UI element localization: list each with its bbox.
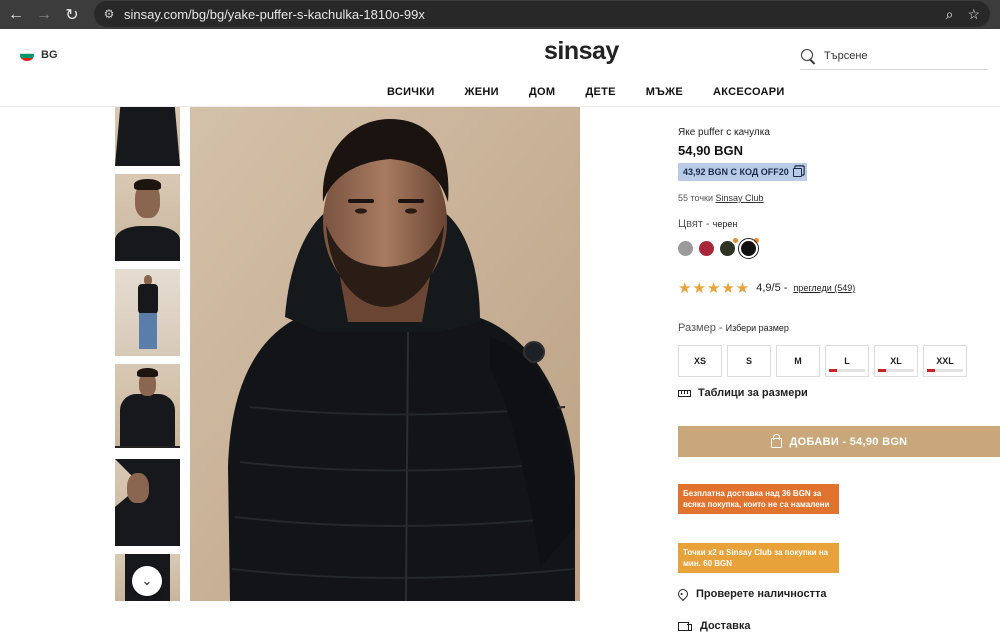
product-photo-illustration xyxy=(190,107,580,601)
promo-code-text: 43,92 BGN С КОД OFF20 xyxy=(683,167,789,177)
size-m[interactable]: M xyxy=(776,345,820,377)
menu-item-accessories[interactable]: АКСЕСОАРИ xyxy=(698,86,800,98)
size-options: XS S M L XL XXL xyxy=(678,345,967,377)
rating-stars-icon: ★★★★★ xyxy=(678,280,751,297)
size-xl[interactable]: XL xyxy=(874,345,918,377)
size-label-xs: XS xyxy=(693,356,706,366)
low-stock-indicator xyxy=(927,369,963,372)
add-to-cart-button[interactable]: ДОБАВИ - 54,90 BGN xyxy=(678,426,1000,457)
site-logo[interactable]: sinsay xyxy=(544,37,619,66)
points-text: 55 точки xyxy=(678,193,713,203)
size-s[interactable]: S xyxy=(727,345,771,377)
menu-item-kids[interactable]: ДЕТЕ xyxy=(570,86,630,98)
thumbnails-scroll-down-button[interactable]: ⌄ xyxy=(132,566,162,596)
search-input[interactable] xyxy=(824,50,974,62)
menu-item-men[interactable]: МЪЖЕ xyxy=(631,86,698,98)
size-xxl[interactable]: XXL xyxy=(923,345,967,377)
shopping-bag-icon xyxy=(770,433,782,448)
size-value: Избери размер xyxy=(725,323,789,333)
url-text: sinsay.com/bg/bg/yake-puffer-s-kachulka-… xyxy=(124,6,425,22)
add-to-cart-label: ДОБАВИ - 54,90 BGN xyxy=(789,435,908,448)
back-icon[interactable]: ← xyxy=(2,1,30,29)
low-stock-indicator xyxy=(829,369,865,372)
reload-icon[interactable]: ↻ xyxy=(58,1,86,29)
size-xs[interactable]: XS xyxy=(678,345,722,377)
free-delivery-banner: Безплатна доставка над 36 BGN за всяка п… xyxy=(678,484,839,515)
color-label-row: Цвят - черен xyxy=(678,218,737,230)
promo-code-badge[interactable]: 43,92 BGN С КОД OFF20 xyxy=(678,163,807,181)
copy-icon[interactable] xyxy=(792,167,802,177)
product-name: Яке puffer с качулка xyxy=(678,127,770,138)
size-label: Размер - xyxy=(678,322,723,334)
truck-icon xyxy=(678,621,692,631)
check-availability-link[interactable]: Проверете наличността xyxy=(675,586,827,602)
new-badge-dot xyxy=(754,238,759,243)
language-label: BG xyxy=(41,49,58,61)
size-tables-link[interactable]: Таблици за размери xyxy=(678,387,808,399)
color-swatches xyxy=(678,238,759,259)
swatch-dark-olive[interactable] xyxy=(720,238,738,256)
swatch-grey[interactable] xyxy=(678,241,693,256)
chevron-down-icon: ⌄ xyxy=(141,573,153,588)
rating-score: 4,9/5 - xyxy=(756,282,788,294)
color-label: Цвят - xyxy=(678,218,710,230)
product-main-image[interactable] xyxy=(190,107,580,601)
reviews-link[interactable]: прегледи (549) xyxy=(793,283,855,293)
thumbnail-list xyxy=(115,107,180,601)
location-pin-icon xyxy=(675,586,691,602)
menu-item-home[interactable]: ДОМ xyxy=(514,86,570,98)
menu-item-all[interactable]: ВСИЧКИ xyxy=(372,86,450,98)
browser-toolbar: ← → ↻ ⚙ sinsay.com/bg/bg/yake-puffer-s-k… xyxy=(0,0,1000,29)
new-badge-dot xyxy=(733,238,738,243)
forward-icon[interactable]: → xyxy=(30,1,58,29)
double-points-banner: Точки x2 в Sinsay Club за покупки на мин… xyxy=(678,543,839,574)
site-header: BG sinsay ВСИЧКИ ЖЕНИ ДОМ ДЕТЕ МЪЖЕ АКСЕ… xyxy=(0,29,1000,107)
zoom-icon[interactable]: ⌕ xyxy=(946,6,954,23)
search-box[interactable] xyxy=(800,43,988,70)
low-stock-indicator xyxy=(878,369,914,372)
delivery-label: Доставка xyxy=(700,620,751,632)
bulgaria-flag-icon xyxy=(20,49,34,61)
swatch-burgundy[interactable] xyxy=(699,241,714,256)
size-label-m: M xyxy=(794,356,802,366)
size-label-xl: XL xyxy=(890,356,902,366)
size-label-s: S xyxy=(745,356,752,366)
thumbnail-3[interactable] xyxy=(115,269,180,356)
rating-row: ★★★★★ 4,9/5 - прегледи (549) xyxy=(678,279,855,297)
size-label-row: Размер - Избери размер xyxy=(678,322,789,334)
site-settings-icon[interactable]: ⚙ xyxy=(94,7,124,21)
size-l[interactable]: L xyxy=(825,345,869,377)
thumbnail-5[interactable] xyxy=(115,459,180,546)
menu-item-women[interactable]: ЖЕНИ xyxy=(450,86,514,98)
size-tables-label: Таблици за размери xyxy=(698,387,808,399)
size-label-xxl: XXL xyxy=(936,356,954,366)
thumbnail-2[interactable] xyxy=(115,174,180,261)
address-bar[interactable]: ⚙ sinsay.com/bg/bg/yake-puffer-s-kachulk… xyxy=(94,1,990,27)
sinsay-club-link[interactable]: Sinsay Club xyxy=(716,193,764,203)
search-icon[interactable] xyxy=(800,48,816,64)
language-selector[interactable]: BG xyxy=(20,49,58,61)
thumbnail-4[interactable] xyxy=(115,364,180,448)
thumbnail-1[interactable] xyxy=(115,107,180,166)
delivery-link[interactable]: Доставка xyxy=(678,620,751,632)
check-availability-label: Проверете наличността xyxy=(696,588,827,600)
main-menu: ВСИЧКИ ЖЕНИ ДОМ ДЕТЕ МЪЖЕ АКСЕСОАРИ xyxy=(372,86,800,98)
bookmark-star-icon[interactable]: ☆ xyxy=(967,6,980,23)
color-value: черен xyxy=(712,219,738,229)
ruler-icon xyxy=(678,389,691,397)
product-price: 54,90 BGN xyxy=(678,143,744,158)
size-label-l: L xyxy=(844,356,850,366)
swatch-black[interactable] xyxy=(738,238,759,259)
club-points: 55 точки Sinsay Club xyxy=(678,193,764,203)
